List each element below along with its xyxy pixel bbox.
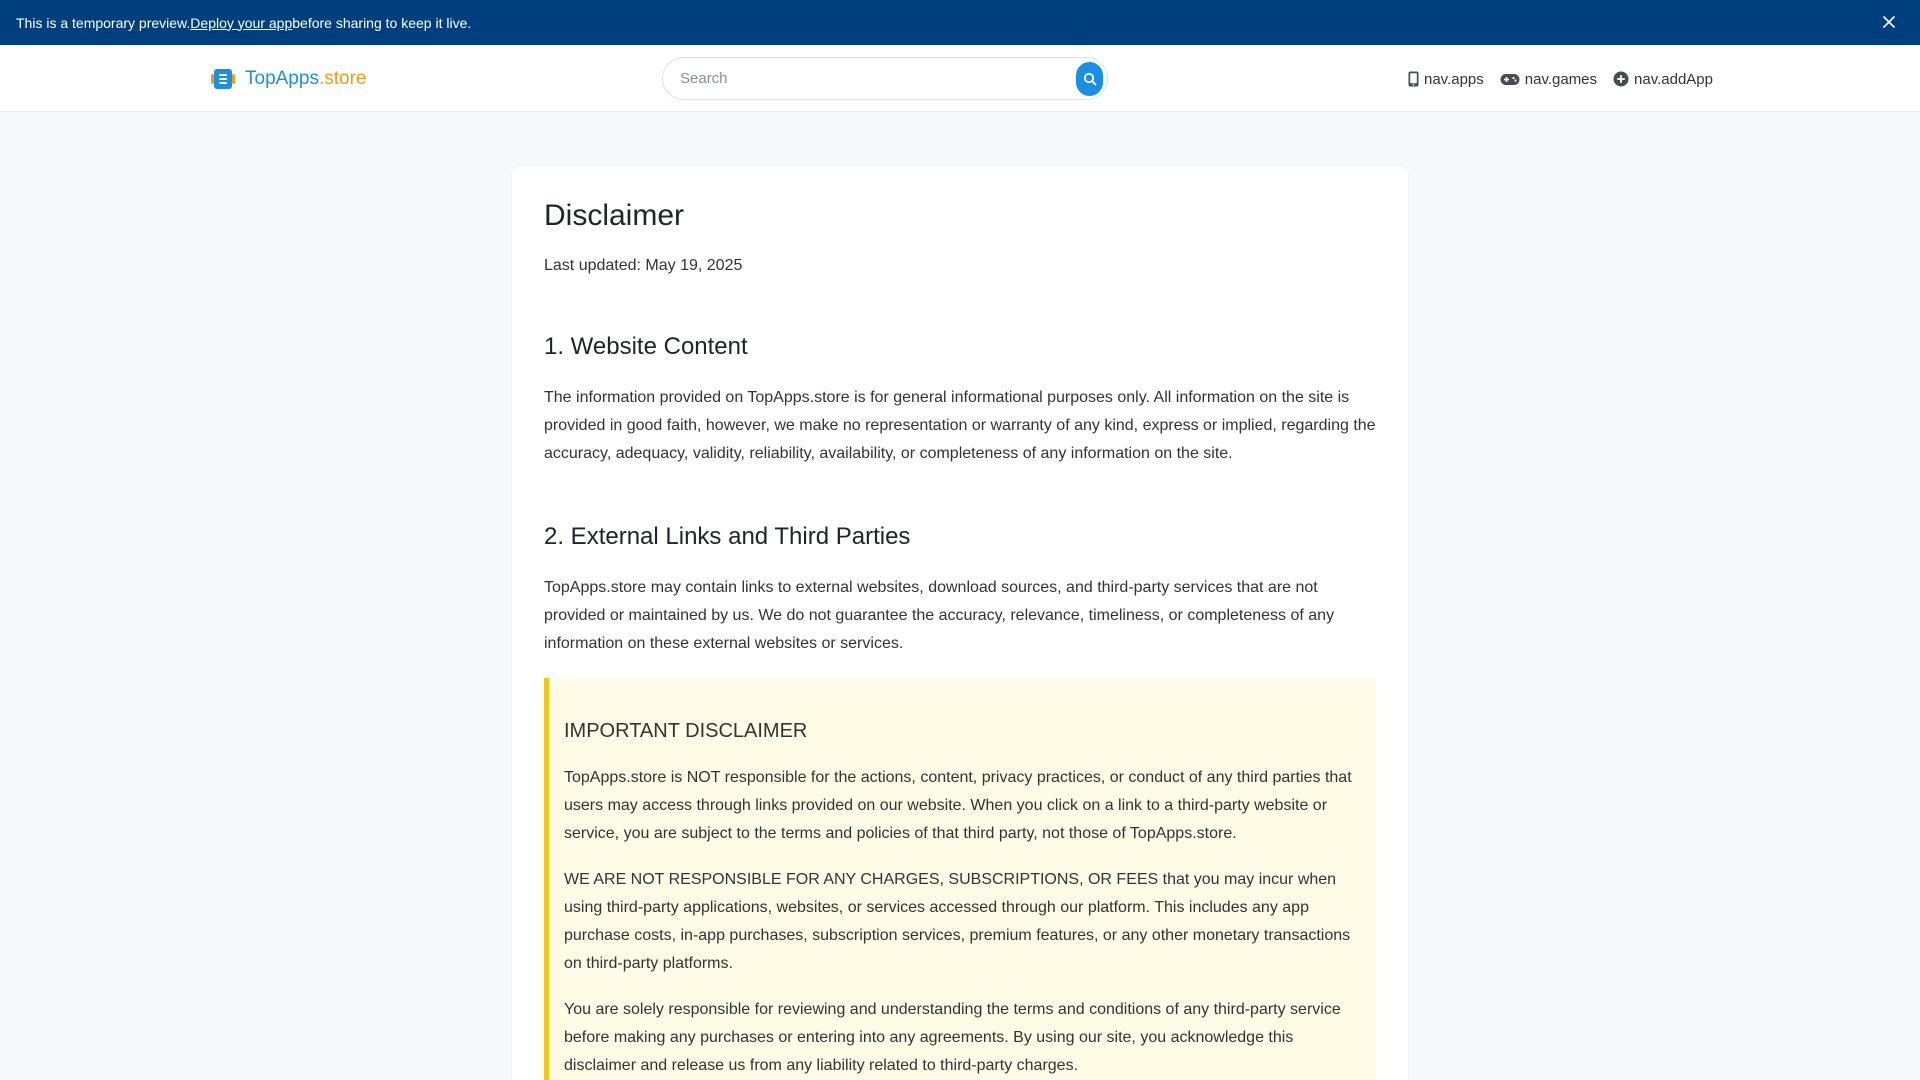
important-paragraph: TopApps.store is NOT responsible for the… xyxy=(564,769,1352,842)
nav-apps[interactable]: nav.apps xyxy=(1408,71,1484,88)
phone-icon xyxy=(1408,71,1419,87)
search-input[interactable] xyxy=(663,59,1053,98)
site-logo[interactable]: TopApps.store xyxy=(210,65,366,93)
search-bar xyxy=(662,57,1108,100)
section-heading-external-links: 2. External Links and Third Parties xyxy=(544,523,911,550)
banner-text-before: This is a temporary preview. xyxy=(16,14,191,31)
plus-circle-icon xyxy=(1613,71,1629,87)
deploy-app-link[interactable]: Deploy your app xyxy=(190,15,292,31)
gamepad-icon xyxy=(1500,73,1520,85)
search-button[interactable] xyxy=(1076,62,1103,96)
search-icon xyxy=(1083,72,1096,86)
nav-games[interactable]: nav.games xyxy=(1500,71,1597,88)
close-icon[interactable] xyxy=(1880,13,1898,31)
important-disclaimer-box: IMPORTANT DISCLAIMER TopApps.store is NO… xyxy=(544,678,1376,1080)
last-updated: Last updated: May 19, 2025 xyxy=(544,257,743,274)
banner-text-after: before sharing to keep it live. xyxy=(292,14,472,31)
nav-add-app-label: nav.addApp xyxy=(1634,70,1713,88)
section-text-external-links: TopApps.store may contain links to exter… xyxy=(544,579,1335,652)
important-heading: IMPORTANT DISCLAIMER xyxy=(564,720,808,742)
nav-add-app[interactable]: nav.addApp xyxy=(1613,71,1713,88)
important-paragraph: You are solely responsible for reviewing… xyxy=(564,1001,1341,1074)
important-paragraph: WE ARE NOT RESPONSIBLE FOR ANY CHARGES, … xyxy=(564,871,1351,972)
nav-apps-label: nav.apps xyxy=(1424,70,1484,88)
nav-games-label: nav.games xyxy=(1524,70,1598,88)
store-logo-icon xyxy=(210,66,236,92)
logo-main: TopApps xyxy=(245,68,319,89)
section-heading-website-content: 1. Website Content xyxy=(544,333,748,360)
page-title: Disclaimer xyxy=(544,199,685,232)
logo-ext: .store xyxy=(318,68,367,89)
site-header: TopApps.store nav.apps xyxy=(0,45,1920,112)
logo-text: TopApps.store xyxy=(245,68,366,90)
disclaimer-card: Disclaimer Last updated: May 19, 2025 1.… xyxy=(512,166,1408,1080)
main-nav: nav.apps nav.games nav.addApp xyxy=(1408,68,1713,90)
section-text-website-content: The information provided on TopApps.stor… xyxy=(544,389,1376,462)
preview-banner: This is a temporary preview. Deploy your… xyxy=(0,0,1920,45)
